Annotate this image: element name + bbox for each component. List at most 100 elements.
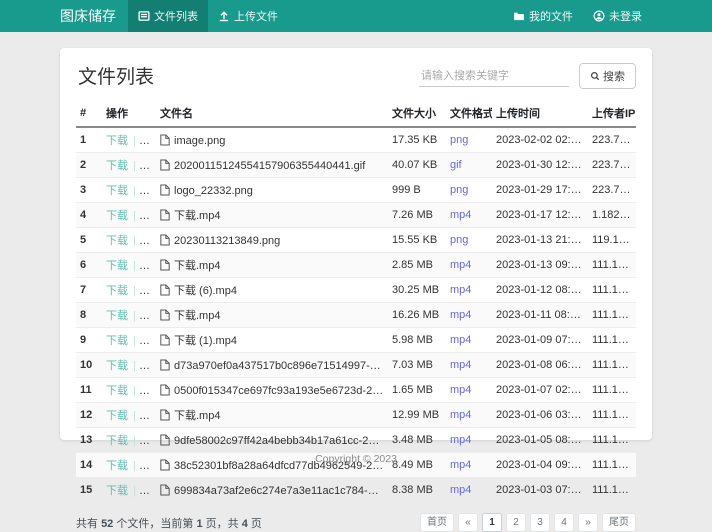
row-filename[interactable]: 下载.mp4 xyxy=(156,253,388,278)
row-format: png xyxy=(446,178,492,203)
page-last-button[interactable]: 尾页 xyxy=(602,513,636,532)
format-link[interactable]: mp4 xyxy=(450,284,471,296)
row-size: 17.35 KB xyxy=(388,127,446,153)
row-filename[interactable]: 下载.mp4 xyxy=(156,203,388,228)
nav-item-login-status[interactable]: 未登录 xyxy=(583,0,652,32)
row-filename[interactable]: 下载 (1).mp4 xyxy=(156,328,388,353)
download-link[interactable]: 下载 xyxy=(106,185,128,197)
file-icon xyxy=(160,434,170,446)
row-upload-time: 2023-02-02 02:03:24 xyxy=(492,127,588,153)
nav-item-upload[interactable]: 上传文件 xyxy=(208,0,288,32)
filename-text: 下载 (1).mp4 xyxy=(174,335,237,347)
row-upload-time: 2023-01-05 08:08:08 xyxy=(492,428,588,453)
format-link[interactable]: png xyxy=(450,234,468,246)
row-uploader-ip: 119.129.228.* xyxy=(588,228,636,253)
download-link[interactable]: 下载 xyxy=(106,335,128,347)
page-next-button[interactable]: » xyxy=(578,513,598,532)
search-icon xyxy=(590,71,600,81)
format-link[interactable]: png xyxy=(450,184,468,196)
action-separator: | xyxy=(130,385,139,397)
row-upload-time: 2023-01-11 08:19:44 xyxy=(492,303,588,328)
row-format: mp4 xyxy=(446,278,492,303)
row-format: mp4 xyxy=(446,328,492,353)
filename-text: 下载.mp4 xyxy=(174,260,220,272)
format-link[interactable]: mp4 xyxy=(450,259,471,271)
row-upload-time: 2023-01-13 09:48:55 xyxy=(492,253,588,278)
row-filename[interactable]: 0500f015347ce697fc93a193e5e6723d-2023-01… xyxy=(156,378,388,403)
download-link[interactable]: 下载 xyxy=(106,160,128,172)
download-link[interactable]: 下载 xyxy=(106,410,128,422)
brand-title[interactable]: 图床储存 xyxy=(60,0,116,32)
row-actions: 下载 | 查看 xyxy=(102,378,156,403)
row-size: 3.48 MB xyxy=(388,428,446,453)
page-1-button[interactable]: 1 xyxy=(482,513,502,532)
format-link[interactable]: mp4 xyxy=(450,384,471,396)
format-link[interactable]: mp4 xyxy=(450,459,471,471)
row-filename[interactable]: logo_22332.png xyxy=(156,178,388,203)
download-link[interactable]: 下载 xyxy=(106,210,128,222)
view-link[interactable]: 查看 xyxy=(141,485,156,497)
search-button[interactable]: 搜索 xyxy=(579,63,636,89)
row-index: 15 xyxy=(76,478,102,503)
table-row: 11 下载 | 查看 0500f015347ce697fc93a193e5e67… xyxy=(76,378,636,403)
download-link[interactable]: 下载 xyxy=(106,135,128,147)
row-filename[interactable]: 699834a73af2e6c274e7a3e11ac1c784-2023-01… xyxy=(156,478,388,503)
filename-text: 20200115124554157906355440441.gif xyxy=(174,160,365,172)
page-first-button[interactable]: 首页 xyxy=(420,513,454,532)
folder-icon xyxy=(513,10,525,22)
row-format: png xyxy=(446,127,492,153)
nav-item-file-list[interactable]: 文件列表 xyxy=(128,0,208,32)
download-link[interactable]: 下载 xyxy=(106,485,128,497)
download-link[interactable]: 下载 xyxy=(106,310,128,322)
filename-text: 下载 (6).mp4 xyxy=(174,285,237,297)
filename-text: 0500f015347ce697fc93a193e5e6723d-2023-01… xyxy=(174,385,388,397)
row-filename[interactable]: 下载.mp4 xyxy=(156,403,388,428)
row-size: 16.26 MB xyxy=(388,303,446,328)
action-separator: | xyxy=(130,485,139,497)
search-input[interactable] xyxy=(419,66,569,87)
filename-text: 699834a73af2e6c274e7a3e11ac1c784-2023-01… xyxy=(174,485,388,497)
file-icon xyxy=(160,209,170,221)
row-format: mp4 xyxy=(446,203,492,228)
user-icon xyxy=(593,10,605,22)
action-separator: | xyxy=(130,235,139,247)
download-link[interactable]: 下载 xyxy=(106,435,128,447)
row-filename[interactable]: d73a970ef0a437517b0c896e71514997-2023-01… xyxy=(156,353,388,378)
download-link[interactable]: 下载 xyxy=(106,385,128,397)
row-filename[interactable]: 下载.mp4 xyxy=(156,303,388,328)
page-2-button[interactable]: 2 xyxy=(506,513,526,532)
format-link[interactable]: mp4 xyxy=(450,484,471,496)
table-row: 6 下载 | 查看 下载.mp4 2.85 MB mp4 2023-01-13 … xyxy=(76,253,636,278)
format-link[interactable]: png xyxy=(450,134,468,146)
format-link[interactable]: mp4 xyxy=(450,359,471,371)
download-link[interactable]: 下载 xyxy=(106,235,128,247)
row-filename[interactable]: 20230113213849.png xyxy=(156,228,388,253)
row-filename[interactable]: 9dfe58002c97ff42a4bebb34b17a61cc-2023-01… xyxy=(156,428,388,453)
row-uploader-ip: 223.73.177.* xyxy=(588,178,636,203)
format-link[interactable]: mp4 xyxy=(450,334,471,346)
page-prev-button[interactable]: « xyxy=(458,513,478,532)
format-link[interactable]: mp4 xyxy=(450,434,471,446)
row-upload-time: 2023-01-03 07:45:41 xyxy=(492,478,588,503)
format-link[interactable]: mp4 xyxy=(450,209,471,221)
pagination: 首页 « 1 2 3 4 » 尾页 xyxy=(420,513,636,532)
table-row: 10 下载 | 查看 d73a970ef0a437517b0c896e71514… xyxy=(76,353,636,378)
row-filename[interactable]: 下载 (6).mp4 xyxy=(156,278,388,303)
download-link[interactable]: 下载 xyxy=(106,460,128,472)
page-3-button[interactable]: 3 xyxy=(530,513,550,532)
download-link[interactable]: 下载 xyxy=(106,285,128,297)
row-filename[interactable]: image.png xyxy=(156,127,388,153)
nav-item-my-files[interactable]: 我的文件 xyxy=(503,0,583,32)
row-uploader-ip: 111.127.17.* xyxy=(588,253,636,278)
format-link[interactable]: mp4 xyxy=(450,309,471,321)
row-actions: 下载 | 查看 xyxy=(102,203,156,228)
action-separator: | xyxy=(130,335,139,347)
page-4-button[interactable]: 4 xyxy=(554,513,574,532)
row-format: mp4 xyxy=(446,253,492,278)
download-link[interactable]: 下载 xyxy=(106,260,128,272)
download-link[interactable]: 下载 xyxy=(106,360,128,372)
format-link[interactable]: gif xyxy=(450,159,462,171)
row-filename[interactable]: 20200115124554157906355440441.gif xyxy=(156,153,388,178)
format-link[interactable]: mp4 xyxy=(450,409,471,421)
table-footer: 共有 52 个文件，当前第 1 页，共 4 页 首页 « 1 2 3 4 » 尾… xyxy=(76,513,636,532)
